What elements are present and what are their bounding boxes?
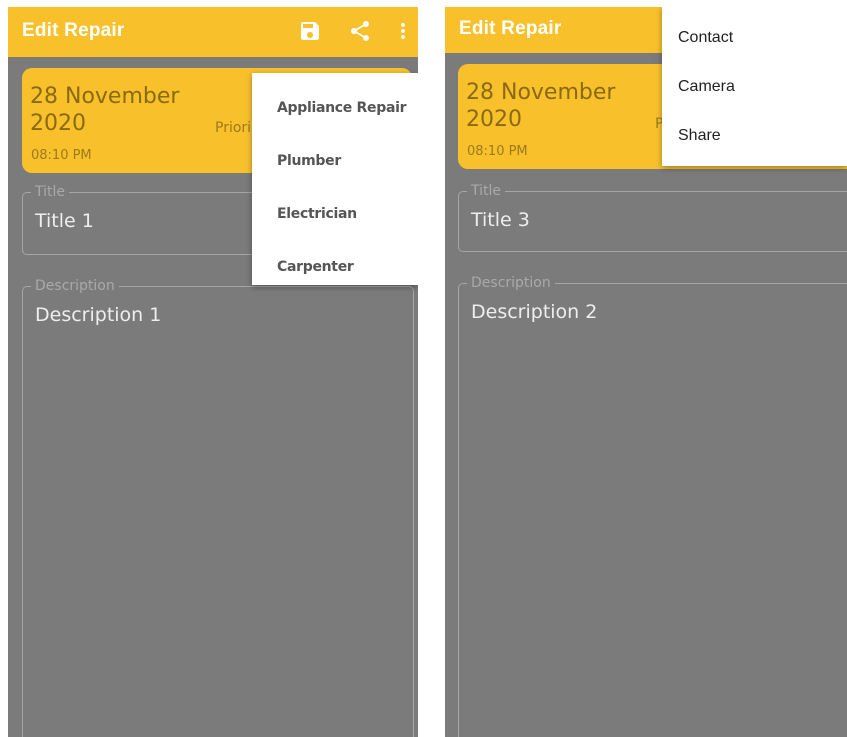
menu-item-plumber[interactable]: Plumber bbox=[277, 153, 341, 169]
priority-label: Priori bbox=[215, 120, 252, 136]
time-text: 08:10 PM bbox=[31, 148, 92, 163]
menu-item-share[interactable]: Share bbox=[678, 127, 721, 145]
description-field-label: Description bbox=[467, 275, 555, 291]
app-bar-title: Edit Repair bbox=[459, 18, 562, 39]
time-text: 08:10 PM bbox=[467, 144, 528, 159]
menu-item-electrician[interactable]: Electrician bbox=[277, 206, 357, 222]
category-menu: Appliance Repair Plumber Electrician Car… bbox=[252, 73, 418, 285]
right-screen: Edit Repair 28 November 2020 08:10 PM P … bbox=[445, 7, 847, 737]
share-icon[interactable] bbox=[348, 19, 372, 43]
title-field-label: Title bbox=[467, 183, 506, 199]
save-icon[interactable] bbox=[298, 19, 322, 43]
description-field[interactable]: Description Description 2 bbox=[458, 275, 847, 737]
menu-item-carpenter[interactable]: Carpenter bbox=[277, 259, 354, 275]
title-field-value[interactable]: Title 3 bbox=[471, 209, 530, 231]
description-field[interactable]: Description Description 1 bbox=[22, 278, 414, 737]
title-field[interactable]: Title Title 3 bbox=[458, 183, 847, 252]
overflow-menu: Contact Camera Share bbox=[662, 7, 847, 166]
title-field-label: Title bbox=[31, 184, 70, 200]
menu-item-contact[interactable]: Contact bbox=[678, 29, 733, 47]
description-field-value[interactable]: Description 1 bbox=[35, 304, 161, 326]
more-vert-icon[interactable] bbox=[391, 19, 415, 43]
menu-item-camera[interactable]: Camera bbox=[678, 78, 735, 96]
description-field-label: Description bbox=[31, 278, 119, 294]
title-field-value[interactable]: Title 1 bbox=[35, 210, 94, 232]
description-field-value[interactable]: Description 2 bbox=[471, 301, 597, 323]
date-text: 28 November 2020 bbox=[30, 84, 180, 136]
app-bar: Edit Repair bbox=[8, 7, 418, 57]
date-text: 28 November 2020 bbox=[466, 80, 616, 132]
left-screen: Edit Repair 28 November 2020 08:10 PM Pr… bbox=[8, 7, 418, 737]
app-bar-title: Edit Repair bbox=[22, 20, 125, 41]
menu-item-appliance-repair[interactable]: Appliance Repair bbox=[277, 100, 407, 116]
